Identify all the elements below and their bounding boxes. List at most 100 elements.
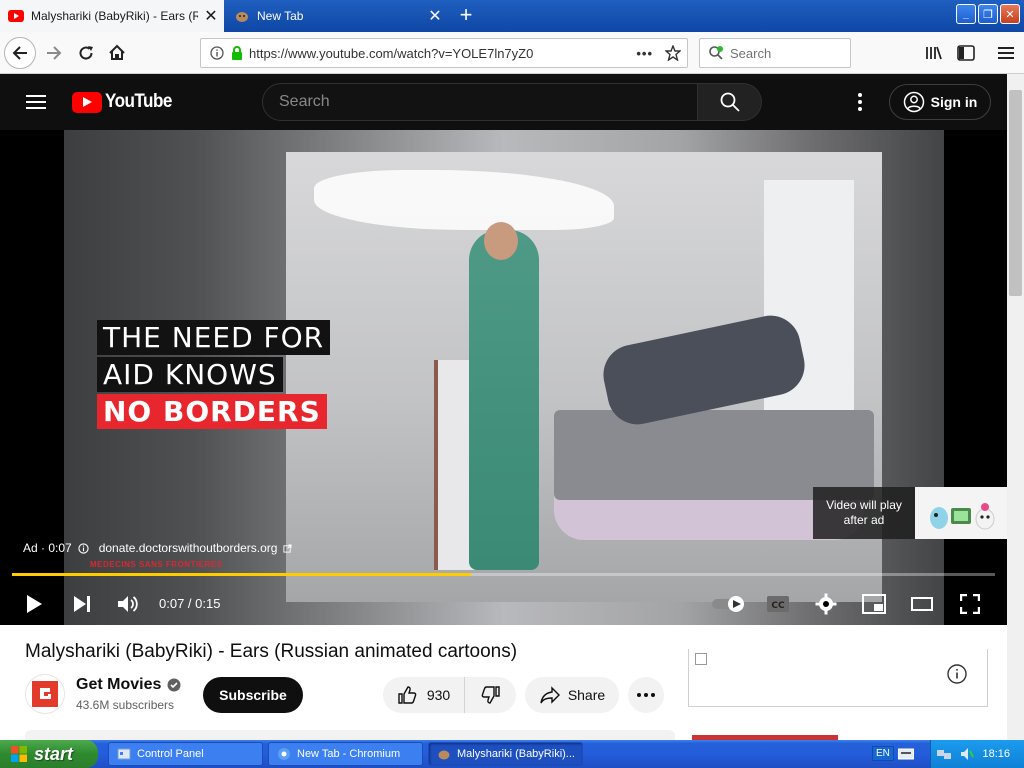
volume-tray-icon[interactable] bbox=[960, 747, 975, 761]
preview-text-line-2: after ad bbox=[843, 513, 885, 527]
sidebar-ad[interactable] bbox=[688, 649, 988, 707]
youtube-favicon-icon bbox=[8, 8, 24, 24]
forward-arrow-icon[interactable] bbox=[38, 37, 70, 69]
close-window-icon[interactable]: ✕ bbox=[1000, 4, 1020, 24]
msf-watermark: MEDECINS SANS FRONTIERES bbox=[90, 560, 223, 569]
youtube-search-placeholder: Search bbox=[279, 93, 330, 110]
settings-gear-icon[interactable] bbox=[810, 588, 842, 620]
menu-hamburger-icon[interactable] bbox=[990, 37, 1022, 69]
tab-close-icon[interactable]: ✕ bbox=[422, 6, 448, 26]
youtube-play-logo-icon bbox=[72, 91, 102, 113]
verified-badge-icon bbox=[167, 678, 181, 692]
channel-name-link[interactable]: Get Movies bbox=[76, 676, 181, 694]
subtitles-icon[interactable]: CC bbox=[762, 588, 794, 620]
dog-app-icon bbox=[437, 747, 451, 761]
url-text: https://www.youtube.com/watch?v=YOLE7ln7… bbox=[249, 45, 534, 61]
account-circle-icon bbox=[903, 91, 925, 113]
video-preview-text: Video will play after ad bbox=[813, 487, 915, 539]
like-count: 930 bbox=[426, 687, 451, 703]
theater-mode-icon[interactable] bbox=[906, 588, 938, 620]
tab-title: Malyshariki (BabyRiki) - Ears (Russian a… bbox=[31, 9, 198, 23]
ad-overlay-text: THE NEED FOR AID KNOWS NO BORDERS bbox=[97, 320, 331, 431]
miniplayer-icon[interactable] bbox=[858, 588, 890, 620]
task-label: New Tab - Chromium bbox=[297, 748, 401, 760]
tab-close-icon[interactable]: ✕ bbox=[198, 6, 224, 26]
ad-info-icon[interactable] bbox=[78, 542, 89, 554]
overlay-line-2: AID KNOWS bbox=[97, 357, 283, 392]
share-label: Share bbox=[567, 687, 606, 703]
fullscreen-icon[interactable] bbox=[954, 588, 986, 620]
start-button[interactable]: start bbox=[0, 740, 98, 768]
task-youtube-window[interactable]: Malyshariki (BabyRiki)... bbox=[428, 742, 583, 766]
sidebar-toggle-icon[interactable] bbox=[950, 37, 982, 69]
sign-in-label: Sign in bbox=[930, 94, 978, 110]
screen: Malyshariki (BabyRiki) - Ears (Russian a… bbox=[0, 0, 1024, 768]
next-icon[interactable] bbox=[66, 588, 98, 620]
language-indicator[interactable]: EN bbox=[872, 746, 894, 761]
url-bar[interactable]: https://www.youtube.com/watch?v=YOLE7ln7… bbox=[200, 38, 688, 68]
video-player[interactable]: THE NEED FOR AID KNOWS NO BORDERS Ad · 0… bbox=[0, 130, 1007, 625]
thumbs-up-icon bbox=[397, 685, 417, 705]
dislike-button[interactable] bbox=[465, 677, 516, 713]
youtube-search-button[interactable] bbox=[698, 83, 762, 121]
info-icon[interactable] bbox=[210, 46, 224, 60]
play-icon[interactable] bbox=[18, 588, 50, 620]
window-controls: _ ❐ ✕ bbox=[956, 4, 1020, 24]
home-icon[interactable] bbox=[101, 37, 133, 69]
svg-text:CC: CC bbox=[771, 601, 785, 611]
subscribe-button[interactable]: Subscribe bbox=[203, 677, 303, 713]
scrollbar-thumb[interactable] bbox=[1009, 90, 1022, 296]
video-preview-box[interactable]: Video will play after ad bbox=[813, 487, 1007, 539]
ad-label: Ad · 0:07 bbox=[23, 541, 72, 555]
overlay-line-3: NO BORDERS bbox=[97, 394, 327, 429]
tab-youtube-video[interactable]: Malyshariki (BabyRiki) - Ears (Russian a… bbox=[0, 0, 224, 32]
broken-image-icon bbox=[695, 653, 707, 665]
keyboard-icon[interactable] bbox=[898, 747, 914, 765]
bookmark-star-icon[interactable] bbox=[665, 45, 681, 61]
progress-fill bbox=[12, 573, 471, 576]
network-tray-icon[interactable] bbox=[936, 747, 952, 761]
like-button[interactable]: 930 bbox=[383, 677, 465, 713]
ad-info-circle-icon[interactable] bbox=[947, 664, 967, 689]
thumbs-down-icon bbox=[481, 685, 501, 705]
task-control-panel[interactable]: Control Panel bbox=[108, 742, 263, 766]
guide-menu-icon[interactable] bbox=[24, 90, 48, 119]
preview-text-line-1: Video will play bbox=[826, 498, 902, 512]
clock: 18:16 bbox=[982, 748, 1010, 760]
share-arrow-icon bbox=[539, 686, 561, 704]
scene-nurse bbox=[469, 230, 539, 570]
minimize-icon[interactable]: _ bbox=[956, 4, 976, 24]
ad-domain-link[interactable]: donate.doctorswithoutborders.org bbox=[99, 541, 278, 555]
more-actions-icon[interactable] bbox=[628, 677, 664, 713]
youtube-logo-text: YouTube bbox=[105, 91, 172, 112]
overlay-line-1: THE NEED FOR bbox=[97, 320, 331, 355]
progress-bar[interactable] bbox=[12, 573, 995, 576]
browser-toolbar: https://www.youtube.com/watch?v=YOLE7ln7… bbox=[0, 32, 1024, 74]
new-tab-plus-icon[interactable]: + bbox=[452, 3, 480, 29]
subscriber-count: 43.6M subscribers bbox=[76, 698, 175, 712]
page-scrollbar[interactable] bbox=[1007, 74, 1024, 740]
volume-icon[interactable] bbox=[112, 588, 144, 620]
back-arrow-icon[interactable] bbox=[4, 37, 36, 69]
taskbar: start Control Panel New Tab - Chromium M… bbox=[0, 740, 1024, 768]
tab-new-tab[interactable]: New Tab ✕ bbox=[226, 0, 448, 32]
lock-icon bbox=[231, 46, 243, 60]
task-label: Control Panel bbox=[137, 748, 204, 760]
system-tray: 18:16 bbox=[930, 740, 1024, 768]
task-chromium[interactable]: New Tab - Chromium bbox=[268, 742, 423, 766]
dog-favicon-icon bbox=[234, 8, 250, 24]
more-options-icon[interactable] bbox=[848, 90, 872, 114]
library-icon[interactable] bbox=[918, 37, 950, 69]
browser-search-bar[interactable]: Search bbox=[699, 38, 851, 68]
youtube-logo[interactable]: YouTube bbox=[72, 91, 179, 113]
next-content-strip bbox=[25, 730, 675, 740]
autoplay-toggle-icon[interactable] bbox=[710, 588, 748, 620]
page-actions-icon[interactable]: ••• bbox=[636, 46, 653, 61]
restore-icon[interactable]: ❐ bbox=[978, 4, 998, 24]
sign-in-button[interactable]: Sign in bbox=[889, 84, 991, 120]
channel-avatar[interactable] bbox=[25, 674, 65, 714]
video-title: Malyshariki (BabyRiki) - Ears (Russian a… bbox=[25, 641, 518, 662]
share-button[interactable]: Share bbox=[525, 677, 619, 713]
reload-icon[interactable] bbox=[70, 37, 102, 69]
youtube-search-input[interactable]: Search bbox=[262, 83, 698, 121]
